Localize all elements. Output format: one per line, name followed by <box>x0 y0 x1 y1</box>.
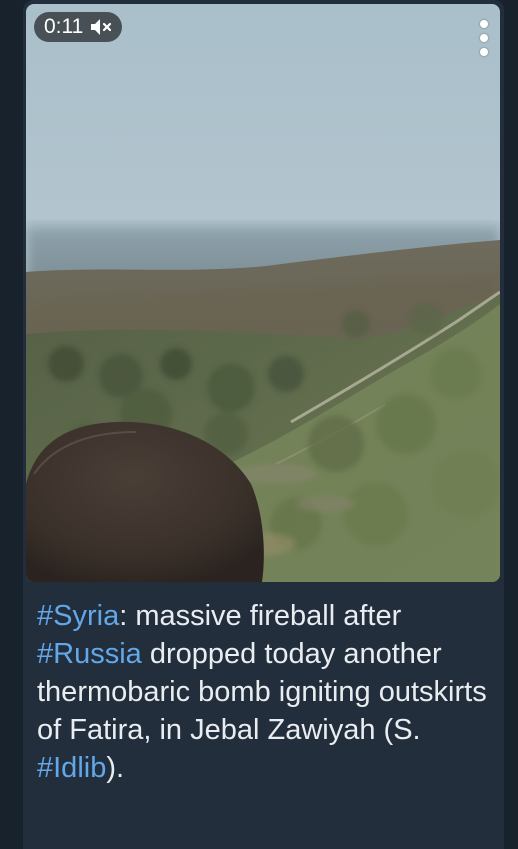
menu-dot <box>480 48 488 56</box>
caption-text: ). <box>106 752 125 784</box>
chat-screen: 0:11 #Syria: massive fireball after #Rus… <box>0 0 518 849</box>
hashtag-idlib[interactable]: #Idlib <box>37 752 106 784</box>
video-frame <box>26 4 500 582</box>
menu-dot <box>480 20 488 28</box>
menu-dot <box>480 34 488 42</box>
message-caption: #Syria: massive fireball after #Russia d… <box>37 597 495 787</box>
more-vertical-icon[interactable] <box>474 18 494 58</box>
video-player[interactable]: 0:11 <box>26 4 500 582</box>
speaker-muted-icon[interactable] <box>89 17 113 37</box>
caption-text: : massive fireball after <box>119 600 402 632</box>
video-duration: 0:11 <box>44 15 84 38</box>
hashtag-syria[interactable]: #Syria <box>37 600 119 632</box>
video-duration-badge: 0:11 <box>34 12 123 42</box>
hashtag-russia[interactable]: #Russia <box>37 638 142 670</box>
